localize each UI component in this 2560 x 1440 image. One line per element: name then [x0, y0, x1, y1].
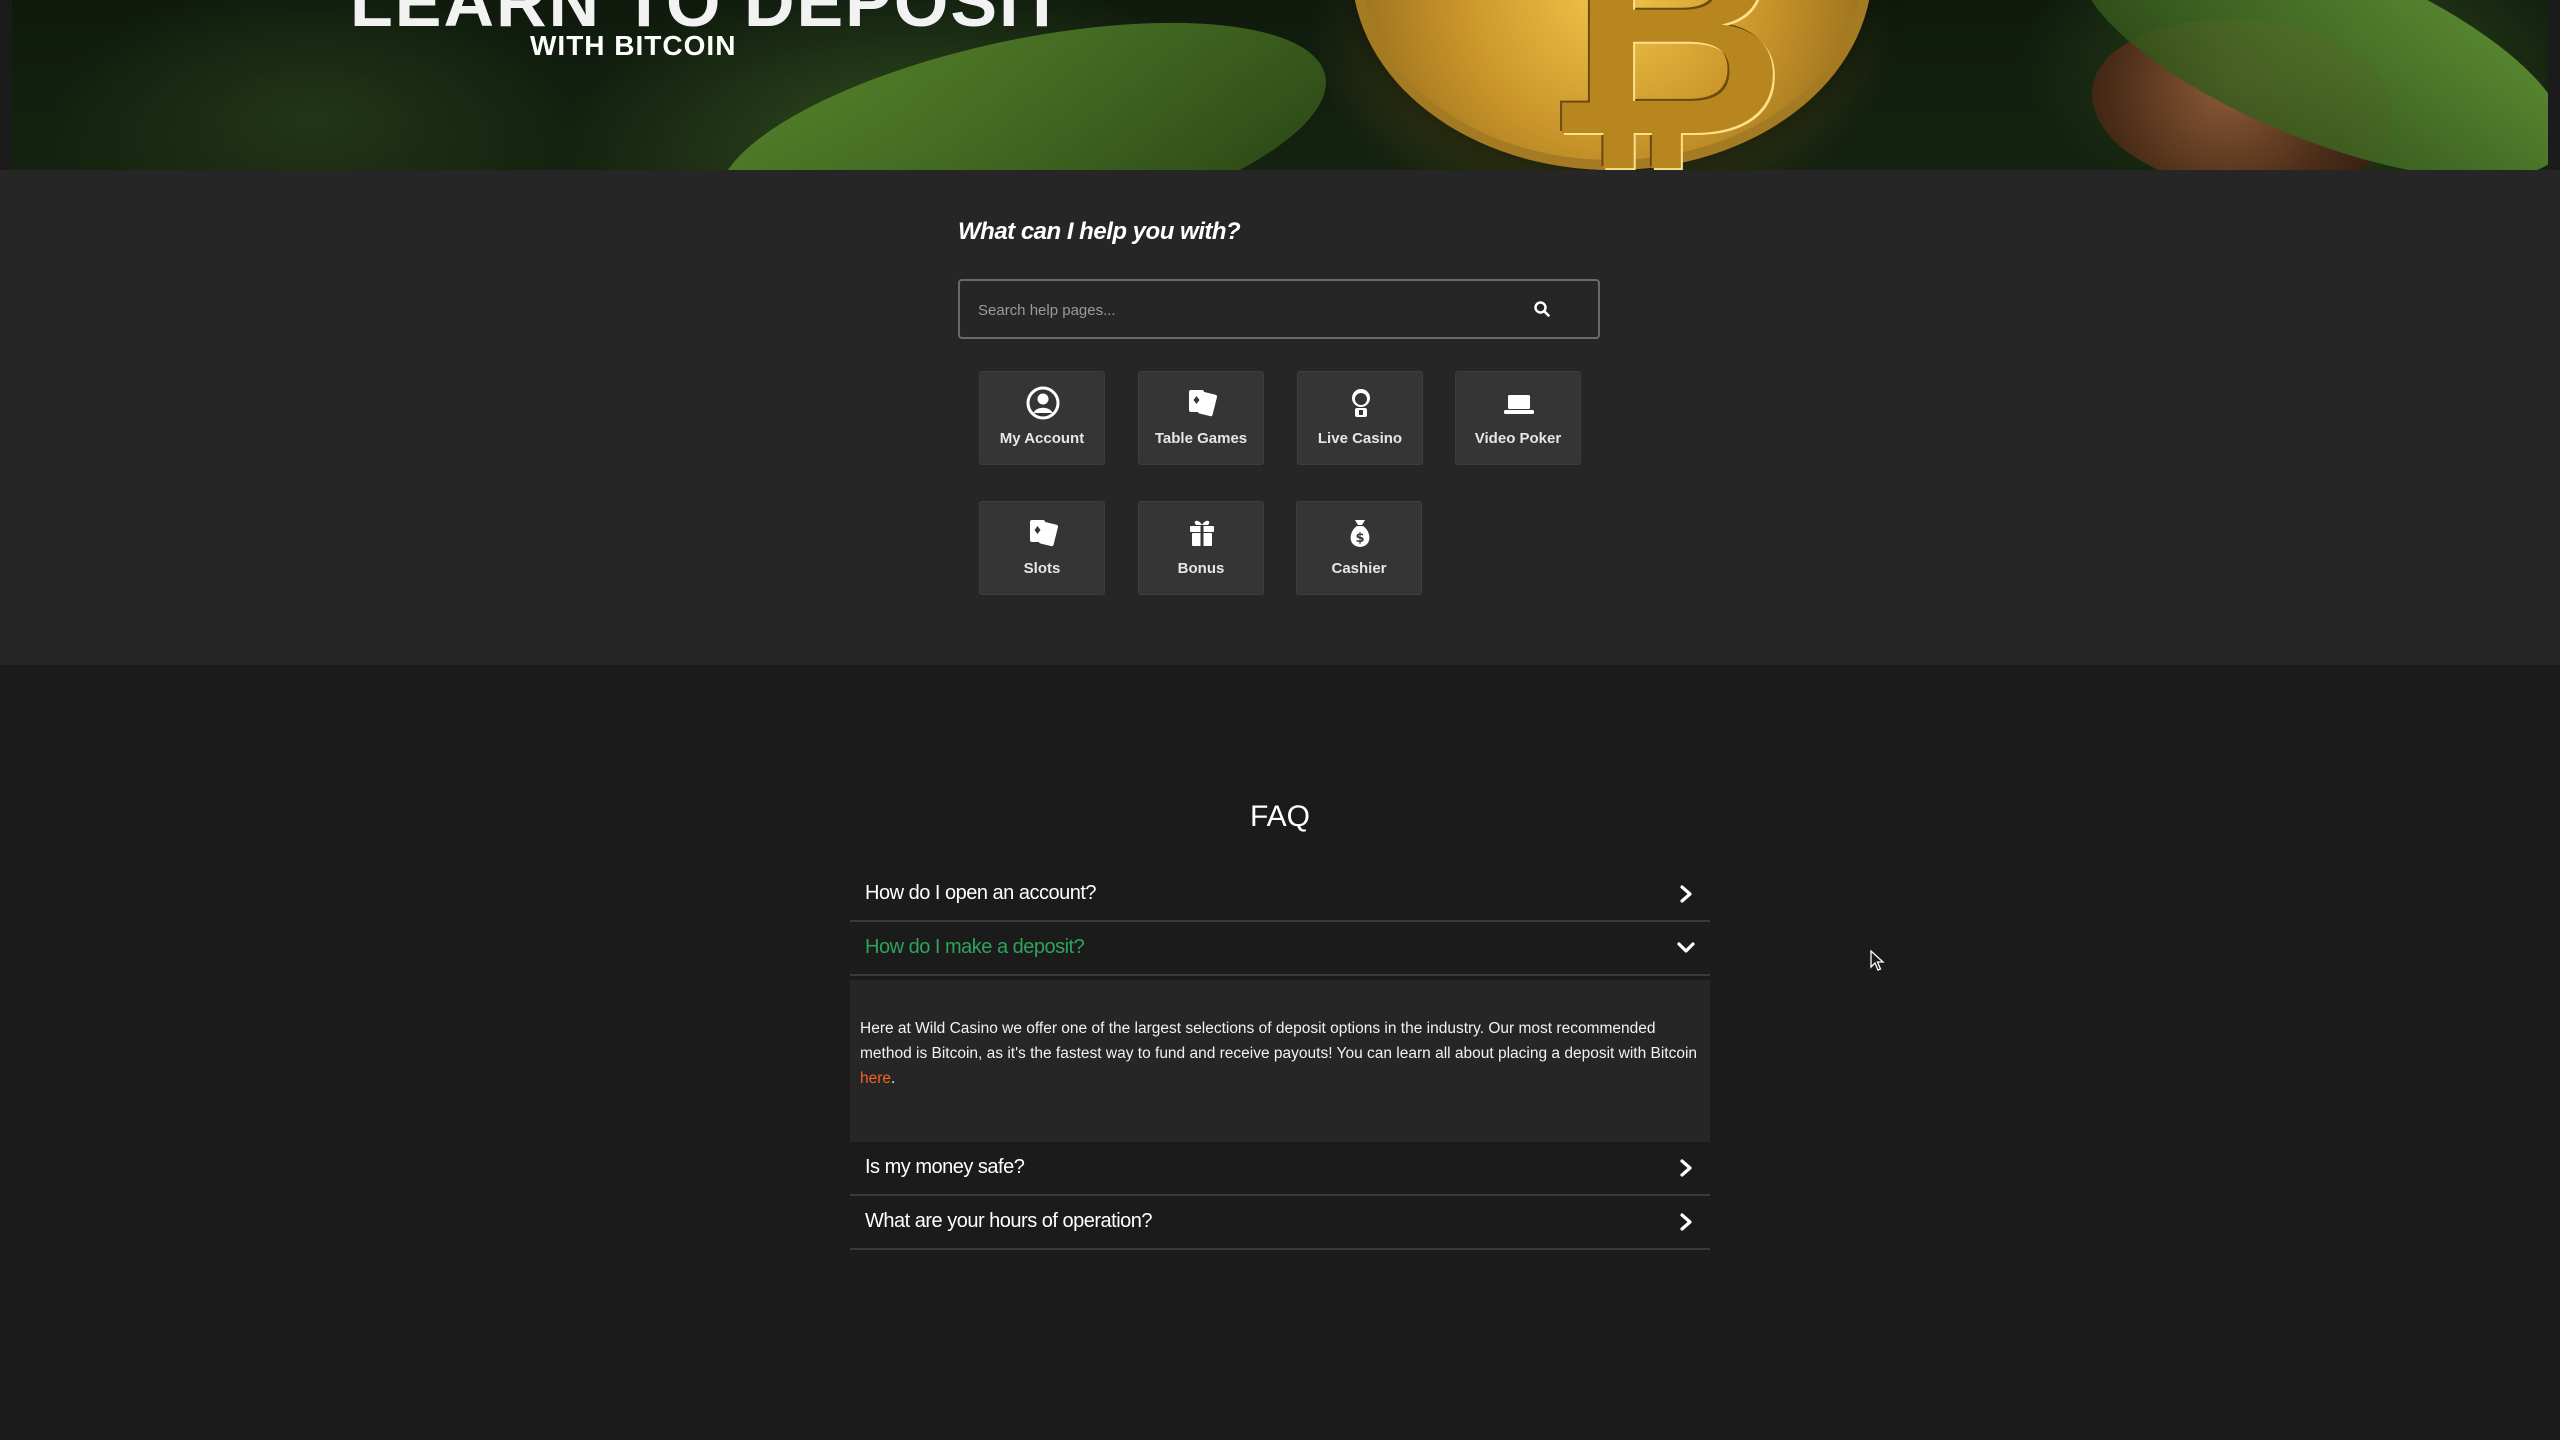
chevron-down-icon — [1677, 942, 1695, 953]
faq-answer-suffix: . — [891, 1070, 896, 1087]
category-cashier[interactable]: $ Cashier — [1296, 501, 1422, 595]
search-input[interactable] — [976, 281, 1540, 339]
hero-subtitle: WITH BITCOIN — [530, 30, 737, 61]
faq-question: What are your hours of operation? — [865, 1210, 1153, 1232]
faq-answer-text: Here at Wild Casino we offer one of the … — [860, 1016, 1700, 1091]
category-label: Live Casino — [1317, 430, 1403, 447]
category-live-casino[interactable]: Live Casino — [1297, 371, 1423, 465]
user-circle-icon — [1026, 386, 1060, 420]
category-my-account[interactable]: My Account — [979, 371, 1105, 465]
category-label: My Account — [999, 430, 1085, 447]
search-icon[interactable] — [1533, 300, 1551, 318]
svg-text:$: $ — [1355, 531, 1364, 546]
mouse-cursor-icon — [1870, 950, 1885, 971]
faq-answer-body: Here at Wild Casino we offer one of the … — [860, 1020, 1698, 1062]
bitcoin-deposit-link[interactable]: here — [860, 1070, 891, 1087]
cards-icon — [1030, 520, 1058, 547]
category-table-games[interactable]: Table Games — [1138, 371, 1264, 465]
help-heading: What can I help you with? — [958, 218, 1241, 245]
faq-question: Is my money safe? — [865, 1156, 1025, 1178]
faq-item[interactable]: Is my money safe? — [850, 1142, 1710, 1196]
chevron-right-icon — [1680, 1159, 1692, 1177]
category-label: Video Poker — [1474, 430, 1562, 447]
category-label: Table Games — [1154, 430, 1248, 447]
help-section: What can I help you with? My Account Tab… — [0, 170, 2560, 665]
laptop-icon — [1504, 395, 1534, 414]
category-video-poker[interactable]: Video Poker — [1455, 371, 1581, 465]
category-label: Bonus — [1177, 560, 1225, 577]
search-box[interactable] — [958, 279, 1600, 339]
faq-item[interactable]: How do I open an account? — [850, 868, 1710, 922]
faq-item-expanded[interactable]: How do I make a deposit? — [850, 922, 1710, 976]
category-slots[interactable]: Slots — [979, 501, 1105, 595]
faq-item[interactable]: What are your hours of operation? — [850, 1196, 1710, 1250]
faq-answer: Here at Wild Casino we offer one of the … — [850, 980, 1710, 1142]
bitcoin-coin-image: ₿ — [1352, 0, 1872, 170]
gift-icon — [1190, 520, 1214, 546]
money-bag-icon: $ — [1350, 520, 1370, 547]
faq-question: How do I make a deposit? — [865, 936, 1085, 958]
dealer-icon — [1352, 389, 1370, 417]
category-label: Slots — [1023, 560, 1061, 577]
category-label: Cashier — [1331, 560, 1387, 577]
chevron-right-icon — [1680, 1213, 1692, 1231]
hero-banner[interactable]: ₿ LEARN TO DEPOSIT WITH BITCOIN — [12, 0, 2548, 170]
faq-question: How do I open an account? — [865, 882, 1097, 904]
faq-title: FAQ — [1249, 800, 1310, 833]
category-bonus[interactable]: Bonus — [1138, 501, 1264, 595]
bitcoin-icon: ₿ — [1542, 0, 1786, 170]
chevron-right-icon — [1680, 885, 1692, 903]
cards-icon — [1189, 390, 1217, 417]
